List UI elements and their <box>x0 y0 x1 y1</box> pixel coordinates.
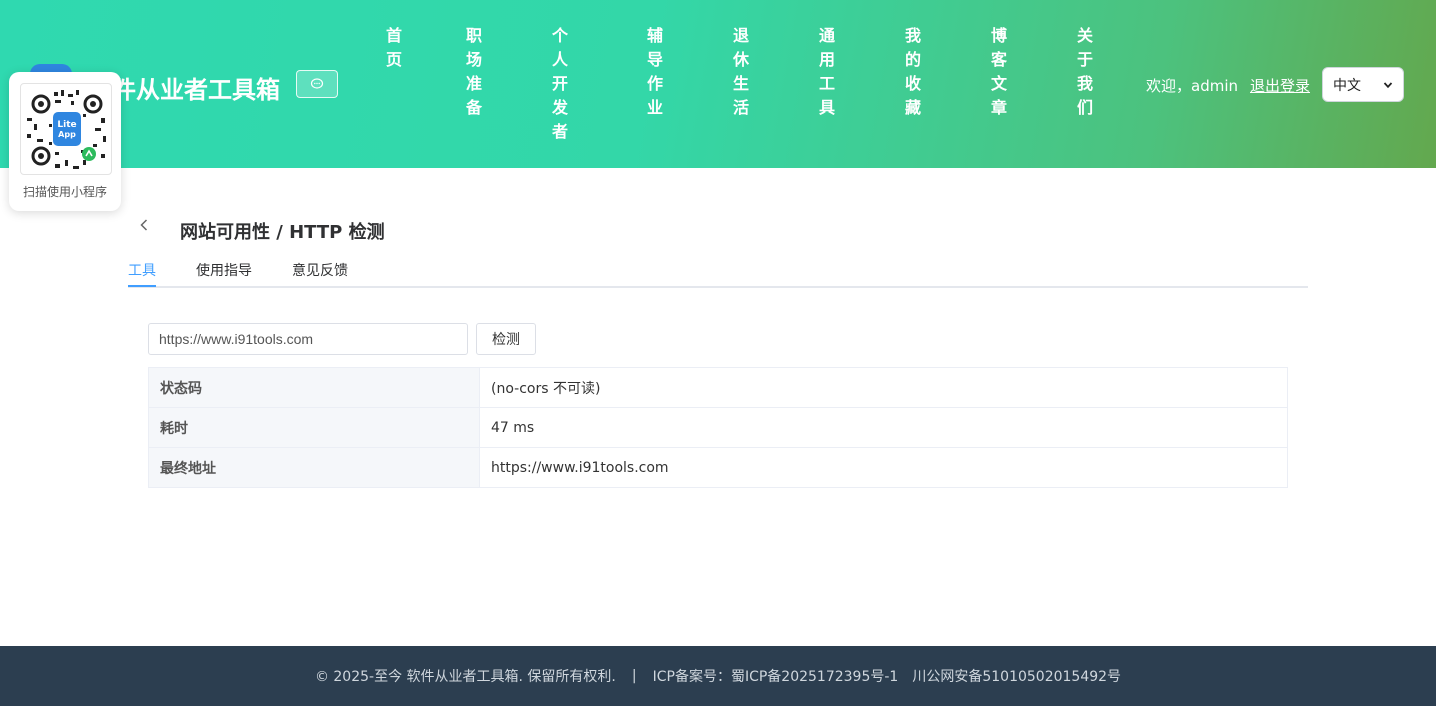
nav-item-blog[interactable]: 博客文章 <box>989 24 1009 120</box>
table-row: 耗时 47 ms <box>148 407 1288 448</box>
nav-item-general-tools[interactable]: 通用工具 <box>817 24 837 120</box>
svg-text:App: App <box>58 130 76 139</box>
table-row: 状态码 (no-cors 不可读) <box>148 367 1288 408</box>
result-key: 最终地址 <box>148 447 480 488</box>
result-value: (no-cors 不可读) <box>479 367 1288 408</box>
back-button[interactable] <box>136 218 152 238</box>
footer-icp-link[interactable]: ICP备案号：蜀ICP备2025172395号-1 <box>653 666 899 686</box>
table-row: 最终地址 https://www.i91tools.com <box>148 447 1288 488</box>
site-footer: © 2025-至今 软件从业者工具箱. 保留所有权利. | ICP备案号：蜀IC… <box>0 646 1436 706</box>
tab-guide[interactable]: 使用指导 <box>196 260 252 280</box>
qr-code: Lite App <box>20 83 112 175</box>
result-value: https://www.i91tools.com <box>479 447 1288 488</box>
footer-separator: | <box>631 668 637 684</box>
nav-item-about[interactable]: 关于我们 <box>1075 24 1095 120</box>
page-title: 网站可用性 / HTTP 检测 <box>180 222 385 243</box>
logout-link[interactable]: 退出登录 <box>1250 75 1310 96</box>
tab-feedback[interactable]: 意见反馈 <box>292 260 348 280</box>
nav-item-home[interactable]: 首页 <box>384 24 404 72</box>
result-table: 状态码 (no-cors 不可读) 耗时 47 ms 最终地址 https://… <box>148 367 1288 488</box>
result-key: 耗时 <box>148 407 480 448</box>
nav-item-favorites[interactable]: 我的收藏 <box>903 24 923 120</box>
active-tab-indicator <box>128 285 156 287</box>
chevron-left-icon <box>140 219 148 231</box>
url-input[interactable] <box>148 323 468 355</box>
check-button[interactable]: 检测 <box>476 323 536 355</box>
footer-police-link[interactable]: 川公网安备51010502015492号 <box>912 666 1121 686</box>
qr-code-icon: Lite App <box>27 90 106 169</box>
site-header: 件从业者工具箱 首页 职场准备 个人开发者 辅导作业 退休生活 通用工具 我的收… <box>0 0 1436 168</box>
nav-item-homework[interactable]: 辅导作业 <box>645 24 665 120</box>
tab-tool[interactable]: 工具 <box>128 260 156 280</box>
result-value: 47 ms <box>479 407 1288 448</box>
result-key: 状态码 <box>148 367 480 408</box>
mini-program-qr-card: Lite App 扫描使用小程序 <box>9 72 121 211</box>
feedback-chat-button[interactable] <box>296 70 338 98</box>
chevron-down-icon <box>1383 81 1393 88</box>
qr-caption: 扫描使用小程序 <box>22 185 107 199</box>
nav-item-indie-dev[interactable]: 个人开发者 <box>550 24 570 144</box>
chat-bubble-icon <box>310 78 324 89</box>
svg-text:Lite: Lite <box>57 120 76 130</box>
nav-item-career[interactable]: 职场准备 <box>464 24 484 120</box>
nav-item-retirement[interactable]: 退休生活 <box>731 24 751 120</box>
site-title[interactable]: 件从业者工具箱 <box>112 70 280 105</box>
language-value: 中文 <box>1333 77 1361 94</box>
footer-copyright: © 2025-至今 软件从业者工具箱. 保留所有权利. <box>314 669 616 685</box>
tabs-divider <box>128 286 1308 288</box>
language-select[interactable]: 中文 <box>1322 67 1404 102</box>
welcome-text: 欢迎，admin <box>1146 77 1238 95</box>
